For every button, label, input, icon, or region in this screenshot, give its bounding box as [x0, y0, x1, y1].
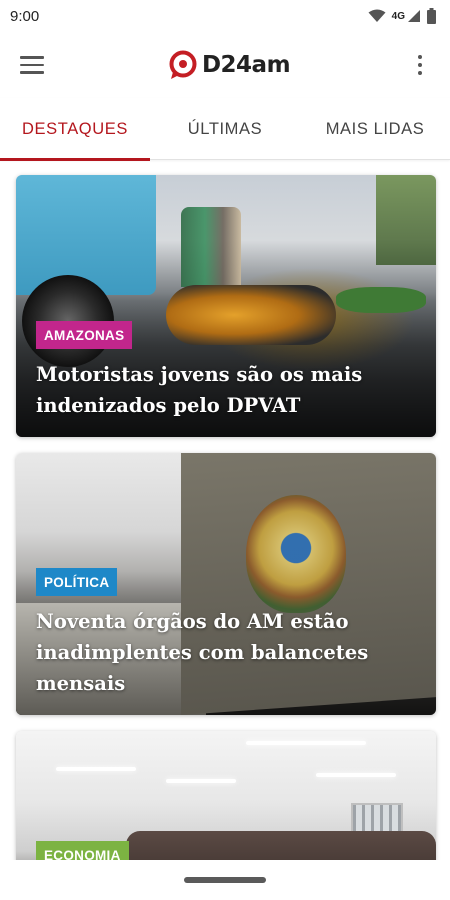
logo-mark-icon [169, 50, 197, 79]
home-handle[interactable] [184, 877, 266, 883]
tab-ultimas[interactable]: ÚLTIMAS [150, 98, 300, 160]
tab-bar: DESTAQUES ÚLTIMAS MAIS LIDAS [0, 98, 450, 161]
signal-icon [408, 10, 420, 22]
article-overlay: POLÍTICA Noventa órgãos do AM estão inad… [36, 568, 420, 699]
category-badge: AMAZONAS [36, 321, 133, 349]
wifi-icon [368, 9, 386, 22]
tab-destaques[interactable]: DESTAQUES [0, 98, 150, 161]
tab-mais-lidas[interactable]: MAIS LIDAS [300, 98, 450, 160]
article-headline: Motoristas jovens são os mais indenizado… [36, 363, 363, 417]
article-card[interactable]: ECONOMIA [16, 731, 436, 860]
battery-icon [427, 8, 436, 24]
status-icons: 4G [368, 8, 436, 24]
hamburger-menu-icon[interactable] [20, 50, 50, 80]
category-badge: POLÍTICA [36, 568, 118, 596]
logo-text: D24am [201, 52, 291, 78]
status-bar: 9:00 4G [0, 0, 450, 32]
status-time: 9:00 [10, 7, 40, 25]
more-vert-icon[interactable] [408, 50, 432, 80]
category-badge: ECONOMIA [36, 841, 129, 860]
article-overlay: ECONOMIA [36, 841, 420, 860]
article-card[interactable]: POLÍTICA Noventa órgãos do AM estão inad… [16, 453, 436, 715]
news-feed[interactable]: AMAZONAS Motoristas jovens são os mais i… [0, 161, 450, 860]
gesture-nav-bar [0, 860, 450, 900]
article-overlay: AMAZONAS Motoristas jovens são os mais i… [36, 321, 420, 421]
article-headline: Noventa órgãos do AM estão inadimplentes… [36, 610, 369, 695]
app-bar: D24am [0, 32, 450, 98]
app-logo: D24am [168, 50, 291, 80]
network-type-label: 4G [391, 10, 405, 22]
article-card[interactable]: AMAZONAS Motoristas jovens são os mais i… [16, 175, 436, 437]
